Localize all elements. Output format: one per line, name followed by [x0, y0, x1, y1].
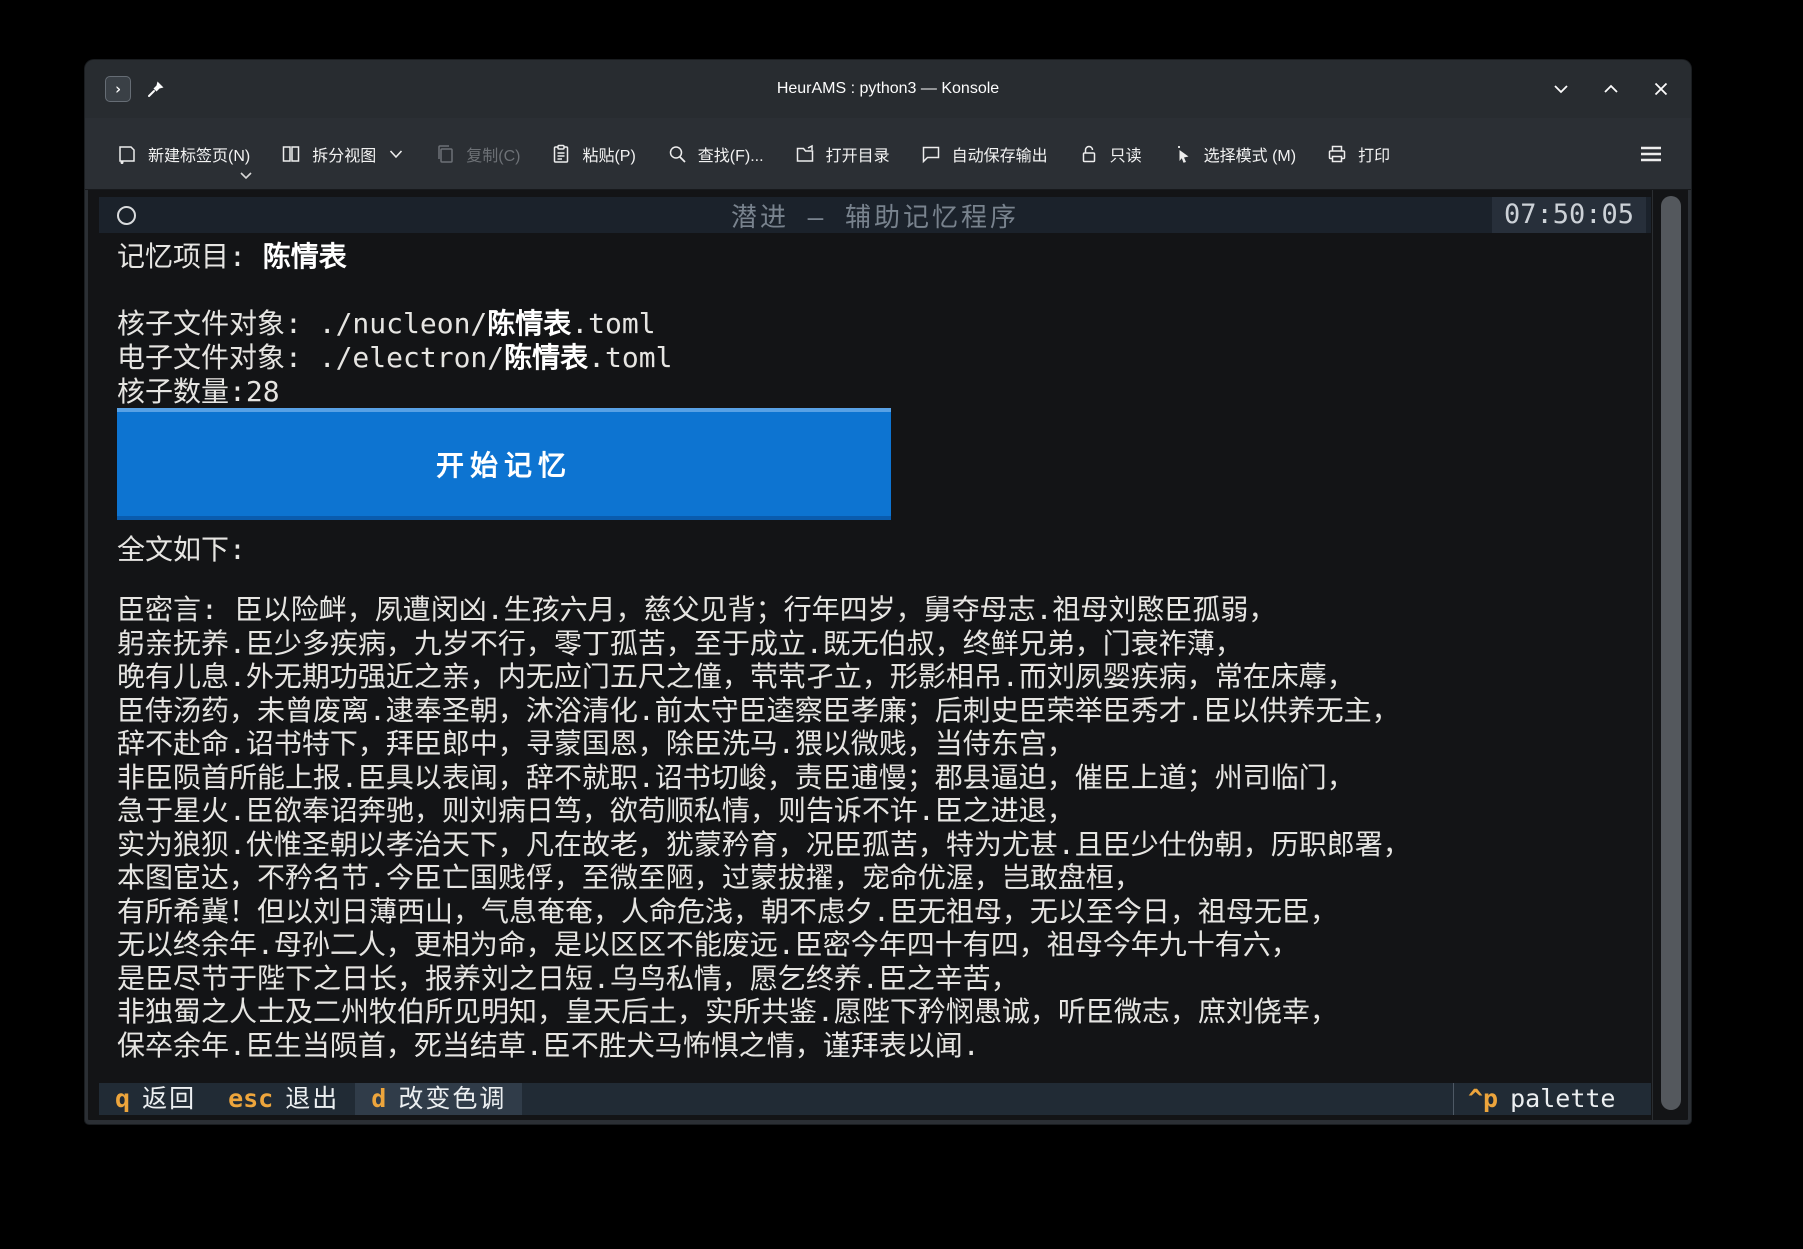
split-view-icon: [280, 143, 302, 165]
nucleon-file-row: 核子文件对象: ./nucleon/陈情表.toml: [117, 307, 656, 341]
fulltext-line: 是臣尽节于陛下之日长，报养刘之日短.乌鸟私情，愿乞终养.臣之辛苦，: [117, 962, 1019, 996]
electron-path-prefix: ./electron/: [319, 341, 504, 374]
footer-key-change-theme[interactable]: d 改变色调: [355, 1083, 522, 1115]
fulltext-line: 辞不赴命.诏书特下，拜臣郎中，寻蒙国恩，除臣洗马.猥以微贱，当侍东宫，: [117, 727, 1075, 761]
select-mode-button[interactable]: 选择模式 (M): [1157, 132, 1311, 176]
fulltext-line: 非臣陨首所能上报.臣具以表闻，辞不就职.诏书切峻，责臣逋慢；郡县逼迫，催臣上道；…: [117, 761, 1355, 795]
electron-file-ext: .toml: [588, 341, 672, 374]
toolbar-label: 粘贴(P): [582, 142, 635, 166]
lock-icon: [1078, 143, 1100, 165]
fulltext-line: 实为狼狈.伏惟圣朝以孝治天下，凡在故老，犹蒙矜育，况臣孤苦，特为尤甚.且臣少仕伪…: [117, 828, 1411, 862]
paste-button[interactable]: 粘贴(P): [535, 132, 650, 176]
paste-icon: [550, 143, 572, 165]
read-only-button[interactable]: 只读: [1063, 132, 1157, 176]
toolbar-label: 只读: [1110, 142, 1142, 166]
fulltext-line: 晚有儿息.外无期功强近之亲，内无应门五尺之僮，茕茕孑立，形影相吊.而刘夙婴疾病，…: [117, 660, 1355, 694]
key-hint: q: [115, 1083, 130, 1115]
new-tab-icon: [116, 143, 138, 165]
toolbar-label: 新建标签页(N): [148, 142, 250, 166]
toolbar-label: 查找(F)...: [698, 142, 764, 166]
autosave-output-button[interactable]: 自动保存输出: [905, 132, 1063, 176]
fulltext-line: 臣密言: 臣以险衅，夙遭闵凶.生孩六月，慈父见背；行年四岁，舅夺母志.祖母刘愍臣…: [117, 593, 1276, 627]
tui-header-bar: 潜进 – 辅助记忆程序 07:50:05: [99, 197, 1651, 233]
minimize-button[interactable]: [1551, 79, 1571, 99]
terminal-view[interactable]: 潜进 – 辅助记忆程序 07:50:05 记忆项目: 陈情表 核子文件对象: .…: [85, 190, 1691, 1123]
nucleon-path-prefix: ./nucleon/: [319, 307, 488, 340]
scrollbar-track[interactable]: [1652, 190, 1688, 1120]
fulltext-label: 全文如下:: [117, 533, 246, 567]
fulltext-line: 有所希冀！但以刘日薄西山，气息奄奄，人命危浅，朝不虑夕.臣无祖母，无以至今日，祖…: [117, 895, 1338, 929]
electron-file-label: 电子文件对象:: [117, 341, 319, 374]
message-bubble-icon: [920, 143, 942, 165]
open-directory-button[interactable]: 打开目录: [779, 132, 905, 176]
fulltext-line: 非独蜀之人士及二州牧伯所见明知，皇天后土，实所共鉴.愿陛下矜悯愚诚，听臣微志，庶…: [117, 995, 1338, 1029]
copy-icon: [434, 143, 456, 165]
search-icon: [666, 143, 688, 165]
key-label: 退出: [285, 1083, 339, 1115]
fulltext-line: 无以终余年.母孙二人，更相为命，是以区区不能废远.臣密今年四十有四，祖母今年九十…: [117, 928, 1299, 962]
toolbar-label: 打印: [1358, 142, 1390, 166]
key-hint: d: [371, 1083, 386, 1115]
toolbar-label: 复制(C): [466, 142, 520, 166]
split-view-button[interactable]: 拆分视图: [265, 132, 419, 176]
key-hint: ^p: [1468, 1083, 1498, 1115]
nucleon-file-ext: .toml: [571, 307, 655, 340]
toolbar-label: 自动保存输出: [952, 142, 1048, 166]
start-memorize-button[interactable]: 开始记忆: [117, 408, 891, 520]
memory-item-row: 记忆项目: 陈情表: [117, 240, 347, 274]
toolbar-label: 选择模式 (M): [1204, 142, 1296, 166]
nucleon-file-name: 陈情表: [487, 307, 571, 340]
tui-clock: 07:50:05: [1492, 197, 1646, 233]
tui-footer-bar: q 返回 esc 退出 d 改变色调 ^p palette: [99, 1083, 1651, 1115]
tui-app-title: 潜进 – 辅助记忆程序: [99, 197, 1651, 234]
cursor-icon: [1172, 143, 1194, 165]
footer-key-exit[interactable]: esc 退出: [212, 1083, 355, 1115]
key-label: 返回: [142, 1083, 196, 1115]
chevron-down-icon: [388, 149, 404, 159]
footer-key-back[interactable]: q 返回: [99, 1083, 212, 1115]
key-hint: esc: [228, 1083, 273, 1115]
fulltext-line: 本图宦达，不矜名节.今臣亡国贱俘，至微至陋，过蒙拔擢，宠命优渥，岂敢盘桓，: [117, 861, 1142, 895]
electron-file-row: 电子文件对象: ./electron/陈情表.toml: [117, 341, 672, 375]
footer-palette-button[interactable]: ^p palette: [1453, 1083, 1651, 1115]
memory-item-label: 记忆项目:: [117, 240, 263, 273]
toolbar: 新建标签页(N) 拆分视图 复制(C): [85, 118, 1691, 190]
electron-file-name: 陈情表: [504, 341, 588, 374]
find-button[interactable]: 查找(F)...: [651, 132, 779, 176]
nucleon-file-label: 核子文件对象:: [117, 307, 319, 340]
fulltext-line: 急于星火.臣欲奉诏奔驰，则刘病日笃，欲苟顺私情，则告诉不许.臣之进退，: [117, 794, 1075, 828]
toolbar-label: 打开目录: [826, 142, 890, 166]
memory-item-value: 陈情表: [263, 240, 347, 273]
chevron-down-icon[interactable]: [239, 171, 253, 180]
fulltext-line: 臣侍汤药，未曾废离.逮奉圣朝，沐浴清化.前太守臣逵察臣孝廉；后刺史臣荣举臣秀才.…: [117, 694, 1400, 728]
print-button[interactable]: 打印: [1311, 132, 1405, 176]
tui-app: 潜进 – 辅助记忆程序 07:50:05 记忆项目: 陈情表 核子文件对象: .…: [99, 190, 1651, 1120]
key-label: 改变色调: [398, 1083, 506, 1115]
folder-icon: [794, 143, 816, 165]
window-title: HeurAMS : python3 — Konsole: [85, 80, 1691, 98]
scrollbar-thumb[interactable]: [1661, 196, 1681, 1110]
new-tab-button[interactable]: 新建标签页(N): [101, 132, 265, 176]
toolbar-label: 拆分视图: [312, 142, 376, 166]
fulltext-line: 躬亲抚养.臣少多疾病，九岁不行，零丁孤苦，至于成立.既无伯叔，终鲜兄弟，门衰祚薄…: [117, 627, 1243, 661]
close-button[interactable]: [1651, 79, 1671, 99]
nucleon-count-row: 核子数量:28: [117, 375, 280, 409]
fulltext-line: 保卒余年.臣生当陨首，死当结草.臣不胜犬马怖惧之情，谨拜表以闻.: [117, 1029, 980, 1063]
printer-icon: [1326, 143, 1348, 165]
maximize-button[interactable]: [1601, 79, 1621, 99]
hamburger-menu-button[interactable]: [1627, 134, 1675, 174]
key-label: palette: [1510, 1083, 1615, 1115]
konsole-window: › HeurAMS : python3 — Konsole: [85, 60, 1691, 1124]
title-bar: › HeurAMS : python3 — Konsole: [85, 60, 1691, 118]
copy-button[interactable]: 复制(C): [419, 132, 535, 176]
